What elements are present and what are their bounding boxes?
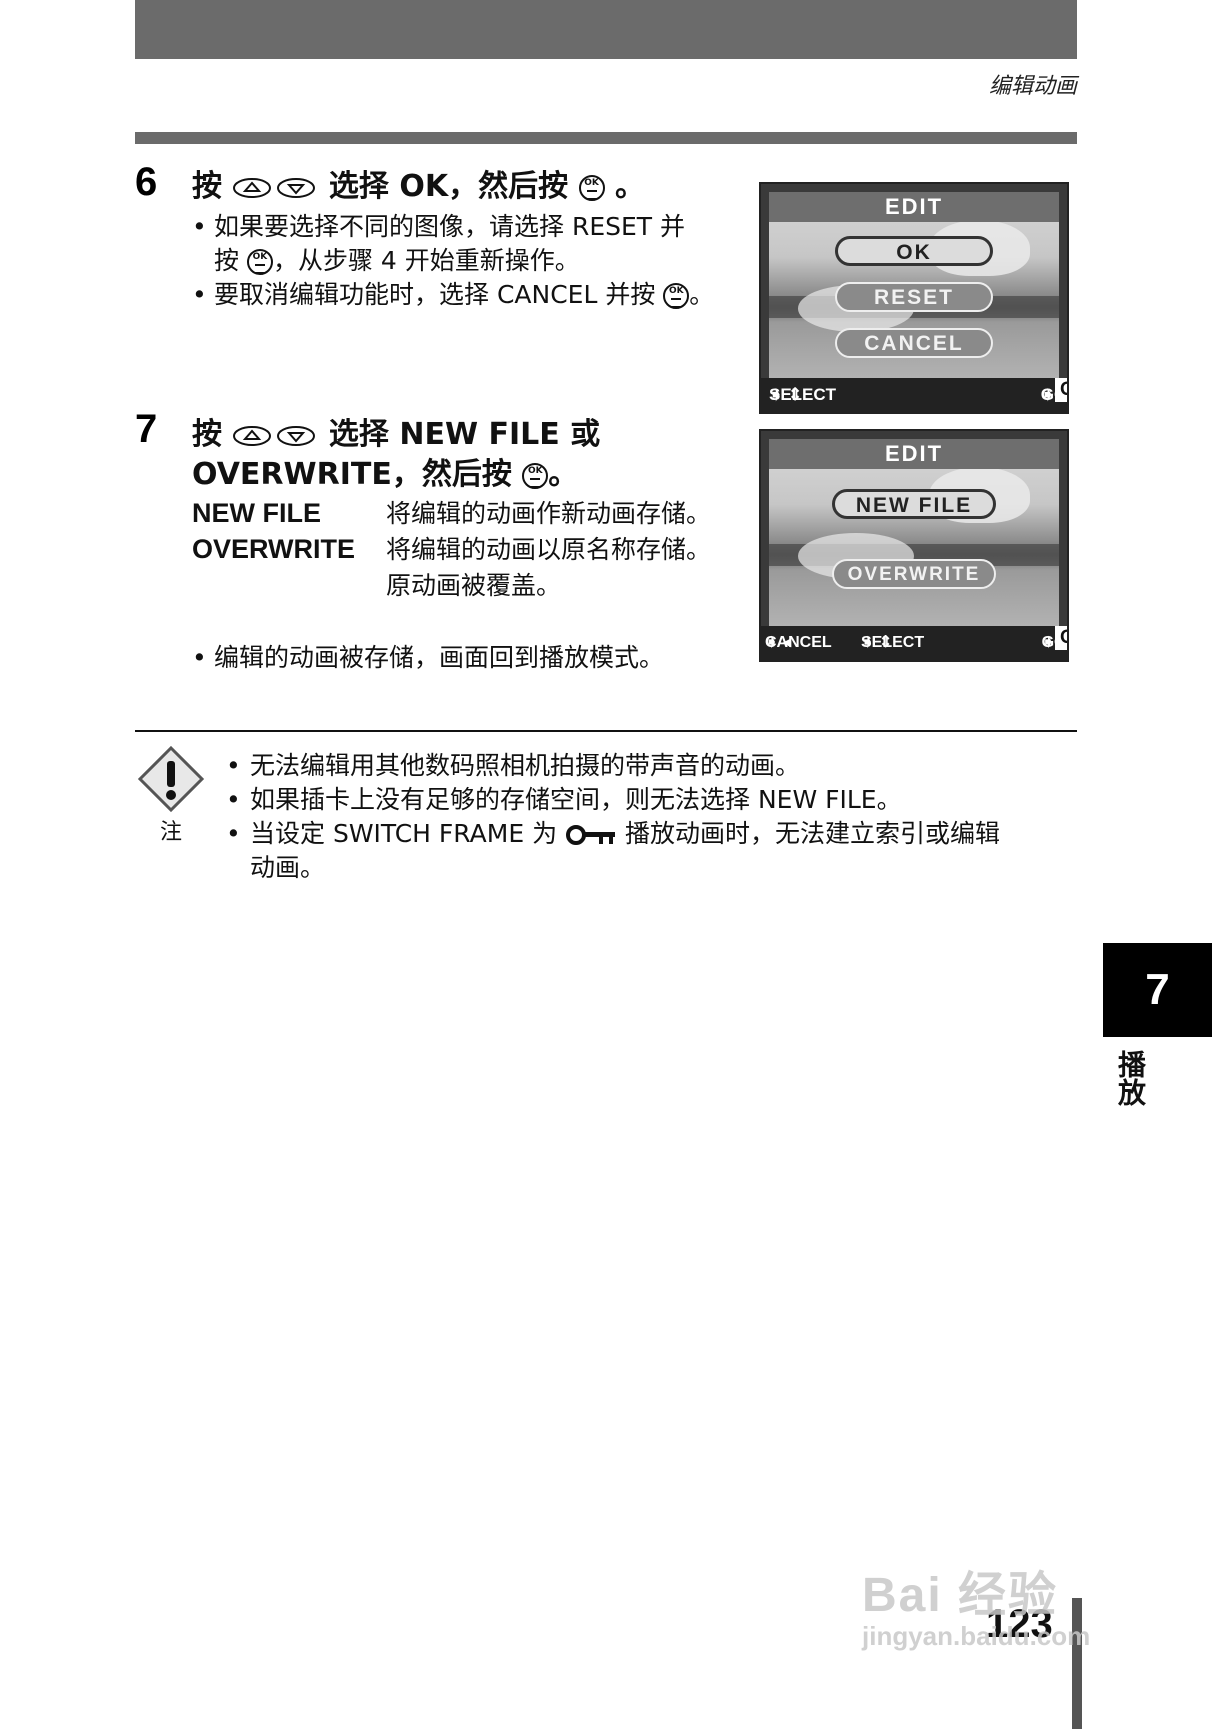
ok-option[interactable]: OK [835, 236, 993, 266]
step-6-bullet-2: • 要取消编辑功能时，选择 CANCEL 并按 OK。 [192, 280, 715, 309]
step-6-bullet-1-line-2-pre: 按 [214, 246, 240, 275]
note-item: • 如果插卡上没有足够的存储空间，则无法选择 NEW FILE。 [226, 785, 902, 814]
notes-divider [135, 730, 1077, 732]
note-item: • 当设定 SWITCH FRAME 为 播放动画时，无法建立索引或编辑 [226, 819, 1000, 848]
step-7-instruction-line-1: 按 选择 NEW FILE 或 [192, 416, 600, 454]
step-7-number: 7 [135, 407, 158, 451]
header-rule [135, 132, 1077, 144]
ok-button-icon: OK [246, 249, 273, 275]
watermark-url: jingyan.baidu.com [862, 1621, 1091, 1651]
def-key-new-file: NEW FILE [192, 498, 321, 528]
camera-screen-save-menu: EDIT NEW FILE OVERWRITE CANCEL ➧ ◂ SELEC… [759, 429, 1069, 662]
step-6-bullet-1-line-2-post: ，从步骤 4 开始重新操作。 [272, 246, 580, 275]
step-6-bullet-1: • 如果要选择不同的图像，请选择 RESET 并 按 OK ，从步骤 4 开始重新操… [192, 212, 685, 275]
step-7-line-2-pre: OVERWRITE，然后按 [192, 457, 512, 492]
step-6-bullet-2-pre: 要取消编辑功能时，选择 CANCEL 并按 [214, 280, 656, 309]
chapter-number-tab: 7 [1103, 943, 1212, 1037]
key-icon [566, 825, 616, 845]
cancel-hint: CANCEL [765, 634, 832, 651]
step-7-instruction-line-2: OVERWRITE，然后按 OK。 [192, 456, 578, 494]
step-6-number: 6 [135, 160, 158, 204]
watermark: Bai 经验 jingyan.baidu.com [862, 1555, 1152, 1652]
step-7-bullet-text: 编辑的动画被存储，画面回到播放模式。 [214, 643, 665, 672]
note-item: • 无法编辑用其他数码照相机拍摄的带声音的动画。 [226, 751, 801, 780]
screen-status-bar: SELECT ➧ ⇕ GO ➧ OK [761, 378, 1067, 412]
screen-status-bar: CANCEL ➧ ◂ SELECT ➧ ⇕ GO ➧ OK [761, 626, 1067, 660]
section-title: 编辑动画 [988, 74, 1077, 99]
step-7-prefix: 按 [192, 417, 222, 452]
step-7-mid: 选择 NEW FILE 或 [328, 417, 601, 452]
up-down-arrow-icon [233, 425, 316, 446]
step-6-suffix: 。 [615, 169, 646, 204]
step-6-instruction: 按 选择 OK，然后按 OK 。 [192, 168, 645, 206]
screen-title: EDIT [769, 192, 1059, 222]
def-key-overwrite: OVERWRITE [192, 534, 356, 564]
step-7-line-2-post: 。 [548, 457, 579, 492]
step-6-mid: 选择 OK，然后按 [328, 169, 569, 204]
overwrite-option[interactable]: OVERWRITE [832, 559, 996, 589]
screen-title: EDIT [769, 439, 1059, 469]
header-bar [135, 0, 1077, 59]
reset-option[interactable]: RESET [835, 282, 993, 312]
step-6-bullet-2-post: 。 [689, 280, 715, 309]
step-6-prefix: 按 [192, 169, 222, 204]
warning-icon [137, 745, 205, 813]
note-label: 注 [160, 820, 183, 845]
select-hint: SELECT [861, 634, 925, 651]
up-down-arrow-icon [233, 177, 316, 198]
cancel-option[interactable]: CANCEL [835, 328, 993, 358]
camera-screen-edit-menu: EDIT OK RESET CANCEL SELECT ➧ ⇕ GO ➧ OK [759, 182, 1069, 414]
ok-button-icon: OK [578, 174, 605, 201]
notes-list: • 无法编辑用其他数码照相机拍摄的带声音的动画。 • 如果插卡上没有足够的存储空间，… [226, 749, 1086, 885]
def-value-overwrite: 将编辑的动画以原名称存储。 [386, 535, 712, 564]
step-7-bullet: • 编辑的动画被存储，画面回到播放模式。 [192, 643, 665, 672]
select-hint: SELECT [769, 385, 837, 404]
step-6-bullet-1-line-1: 如果要选择不同的图像，请选择 RESET 并 [214, 212, 685, 241]
watermark-logo: Bai 经验 [862, 1569, 1059, 1622]
note-item-continued: 动画。 [250, 853, 326, 882]
ok-key-icon: OK [1055, 626, 1067, 650]
ok-key-icon: OK [1055, 378, 1067, 402]
ok-button-icon: OK [522, 462, 549, 489]
def-value-new-file: 将编辑的动画作新动画存储。 [386, 499, 712, 528]
def-value-overwrite-note: 原动画被覆盖。 [386, 571, 562, 600]
ok-button-icon: OK [663, 283, 690, 309]
new-file-option[interactable]: NEW FILE [832, 489, 996, 519]
chapter-label: 播放 [1114, 1050, 1147, 1106]
